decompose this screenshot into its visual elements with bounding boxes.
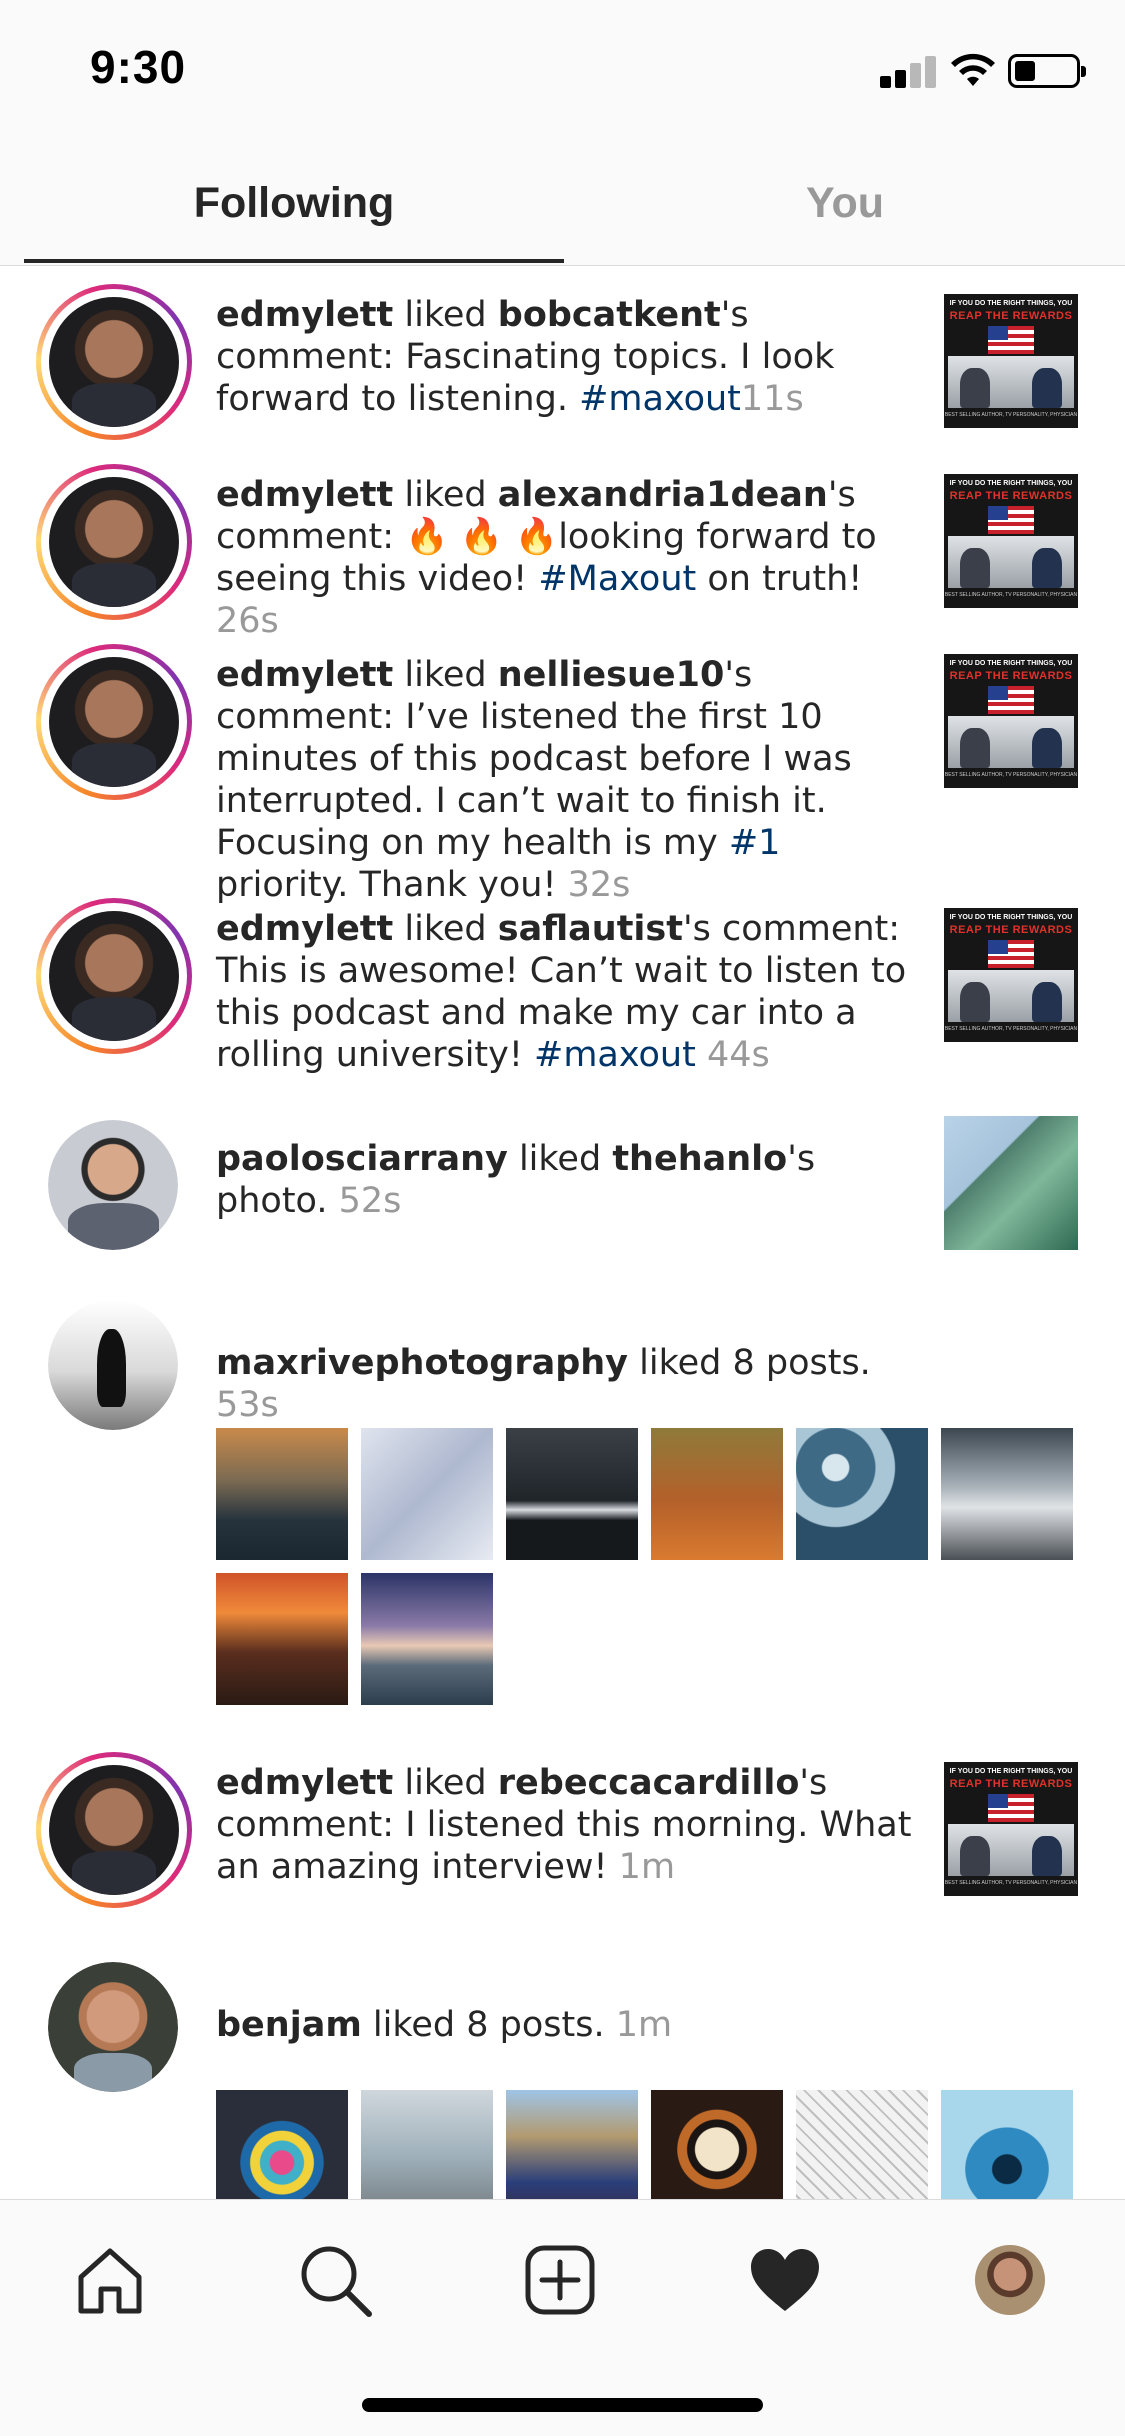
activity-text: paolosciarrany liked thehanlo's photo. 5… <box>216 1139 816 1221</box>
username[interactable]: paolosciarrany <box>216 1139 508 1179</box>
avatar[interactable] <box>48 1120 178 1250</box>
activity-text: edmylett liked nelliesue10's comment: I’… <box>216 655 852 905</box>
avatar[interactable] <box>36 644 192 800</box>
avatar-photo <box>48 1300 178 1430</box>
timestamp: 53s <box>216 1385 279 1425</box>
list-item[interactable]: edmylett liked saflautist's comment: Thi… <box>0 888 1125 1100</box>
target-username[interactable]: bobcatkent <box>498 295 721 335</box>
hashtag-link[interactable]: #maxout <box>579 379 741 419</box>
post-thumbnail[interactable]: IF YOU DO THE RIGHT THINGS, YOU REAP THE… <box>944 294 1078 428</box>
activity-text: maxrivephotography liked 8 posts. 53s <box>216 1343 871 1425</box>
avatar[interactable] <box>48 1962 178 2092</box>
post-thumbnail[interactable] <box>216 1573 348 1705</box>
wifi-icon <box>951 53 995 86</box>
status-bar: 9:30 <box>0 0 1125 140</box>
post-thumbnail[interactable]: IF YOU DO THE RIGHT THINGS, YOU REAP THE… <box>944 908 1078 1042</box>
home-tab[interactable] <box>60 2230 160 2330</box>
avatar-photo <box>49 297 179 427</box>
target-username[interactable]: nelliesue10 <box>498 655 725 695</box>
target-username[interactable]: alexandria1dean <box>498 475 828 515</box>
home-indicator[interactable] <box>362 2398 763 2412</box>
username[interactable]: benjam <box>216 2005 362 2045</box>
username[interactable]: edmylett <box>216 295 393 335</box>
liked-posts-grid <box>216 1428 1116 1708</box>
activity-heart-icon <box>751 2249 819 2311</box>
activity-text: edmylett liked saflautist's comment: Thi… <box>216 909 907 1075</box>
status-time: 9:30 <box>90 41 187 93</box>
username[interactable]: edmylett <box>216 655 393 695</box>
activity-text: edmylett liked alexandria1dean's comment… <box>216 475 877 641</box>
activity-text: benjam liked 8 posts. 1m <box>216 2005 673 2045</box>
target-username[interactable]: thehanlo <box>612 1139 787 1179</box>
hashtag-link[interactable]: #1 <box>729 823 781 863</box>
cellular-signal-icon <box>880 56 936 88</box>
list-item[interactable]: edmylett liked alexandria1dean's comment… <box>0 454 1125 641</box>
avatar[interactable] <box>48 1300 178 1430</box>
hashtag-link[interactable]: #Maxout <box>538 559 696 599</box>
liked-posts-grid <box>216 2090 1116 2199</box>
hashtag-link[interactable]: #maxout <box>534 1035 696 1075</box>
list-item[interactable]: benjam liked 8 posts. 1m <box>0 1942 1125 2199</box>
timestamp: 52s <box>338 1181 402 1221</box>
new-post-icon <box>525 2245 595 2315</box>
list-item[interactable]: paolosciarrany liked thehanlo's photo. 5… <box>0 1100 1125 1280</box>
post-thumbnail[interactable] <box>216 1428 348 1560</box>
post-thumbnail[interactable] <box>941 2090 1073 2199</box>
post-thumbnail[interactable] <box>651 2090 783 2199</box>
target-username[interactable]: rebeccacardillo <box>498 1763 800 1803</box>
post-thumbnail[interactable] <box>216 2090 348 2199</box>
username[interactable]: maxrivephotography <box>216 1343 628 1383</box>
list-item[interactable]: maxrivephotography liked 8 posts. 53s <box>0 1280 1125 1705</box>
timestamp: 1m <box>615 2005 673 2045</box>
profile-tab[interactable] <box>960 2230 1060 2330</box>
avatar[interactable] <box>36 284 192 440</box>
post-thumbnail[interactable] <box>361 2090 493 2199</box>
timestamp: 11s <box>740 379 804 419</box>
home-icon <box>78 2248 142 2314</box>
avatar-photo <box>49 1765 179 1895</box>
target-username[interactable]: saflautist <box>498 909 683 949</box>
activity-tab[interactable] <box>735 2230 835 2330</box>
avatar-photo <box>48 1962 178 2092</box>
activity-feed[interactable]: edmylett liked bobcatkent's comment: Fas… <box>0 266 1125 2199</box>
post-thumbnail[interactable] <box>361 1573 493 1705</box>
profile-avatar <box>975 2245 1045 2315</box>
activity-text: edmylett liked rebeccacardillo's comment… <box>216 1763 912 1887</box>
post-thumbnail[interactable] <box>506 2090 638 2199</box>
activity-tabs: Following You <box>0 140 1125 266</box>
tab-you[interactable]: You <box>565 140 1125 266</box>
post-thumbnail[interactable]: IF YOU DO THE RIGHT THINGS, YOU REAP THE… <box>944 1762 1078 1896</box>
new-post-tab[interactable] <box>510 2230 610 2330</box>
avatar-photo <box>49 477 179 607</box>
avatar-photo <box>49 657 179 787</box>
timestamp: 1m <box>618 1847 676 1887</box>
username[interactable]: edmylett <box>216 475 393 515</box>
username[interactable]: edmylett <box>216 909 393 949</box>
post-thumbnail[interactable] <box>796 2090 928 2199</box>
post-thumbnail[interactable] <box>361 1428 493 1560</box>
search-icon <box>301 2246 372 2317</box>
active-tab-indicator <box>24 259 564 263</box>
post-thumbnail[interactable] <box>651 1428 783 1560</box>
avatar[interactable] <box>36 898 192 1054</box>
avatar-photo <box>49 911 179 1041</box>
username[interactable]: edmylett <box>216 1763 393 1803</box>
list-item[interactable]: edmylett liked rebeccacardillo's comment… <box>0 1742 1125 1942</box>
post-thumbnail[interactable] <box>941 1428 1073 1560</box>
list-item[interactable]: edmylett liked bobcatkent's comment: Fas… <box>0 274 1125 454</box>
post-thumbnail[interactable] <box>796 1428 928 1560</box>
avatar-photo <box>48 1120 178 1250</box>
search-tab[interactable] <box>285 2230 385 2330</box>
post-thumbnail[interactable]: IF YOU DO THE RIGHT THINGS, YOU REAP THE… <box>944 654 1078 788</box>
activity-text: edmylett liked bobcatkent's comment: Fas… <box>216 295 835 419</box>
post-thumbnail[interactable] <box>506 1428 638 1560</box>
list-item[interactable]: edmylett liked nelliesue10's comment: I’… <box>0 634 1125 905</box>
post-thumbnail[interactable] <box>944 1116 1078 1250</box>
battery-icon <box>1008 54 1086 88</box>
avatar[interactable] <box>36 464 192 620</box>
post-thumbnail[interactable]: IF YOU DO THE RIGHT THINGS, YOU REAP THE… <box>944 474 1078 608</box>
tab-following[interactable]: Following <box>24 140 564 266</box>
avatar[interactable] <box>36 1752 192 1908</box>
timestamp: 44s <box>706 1035 770 1075</box>
